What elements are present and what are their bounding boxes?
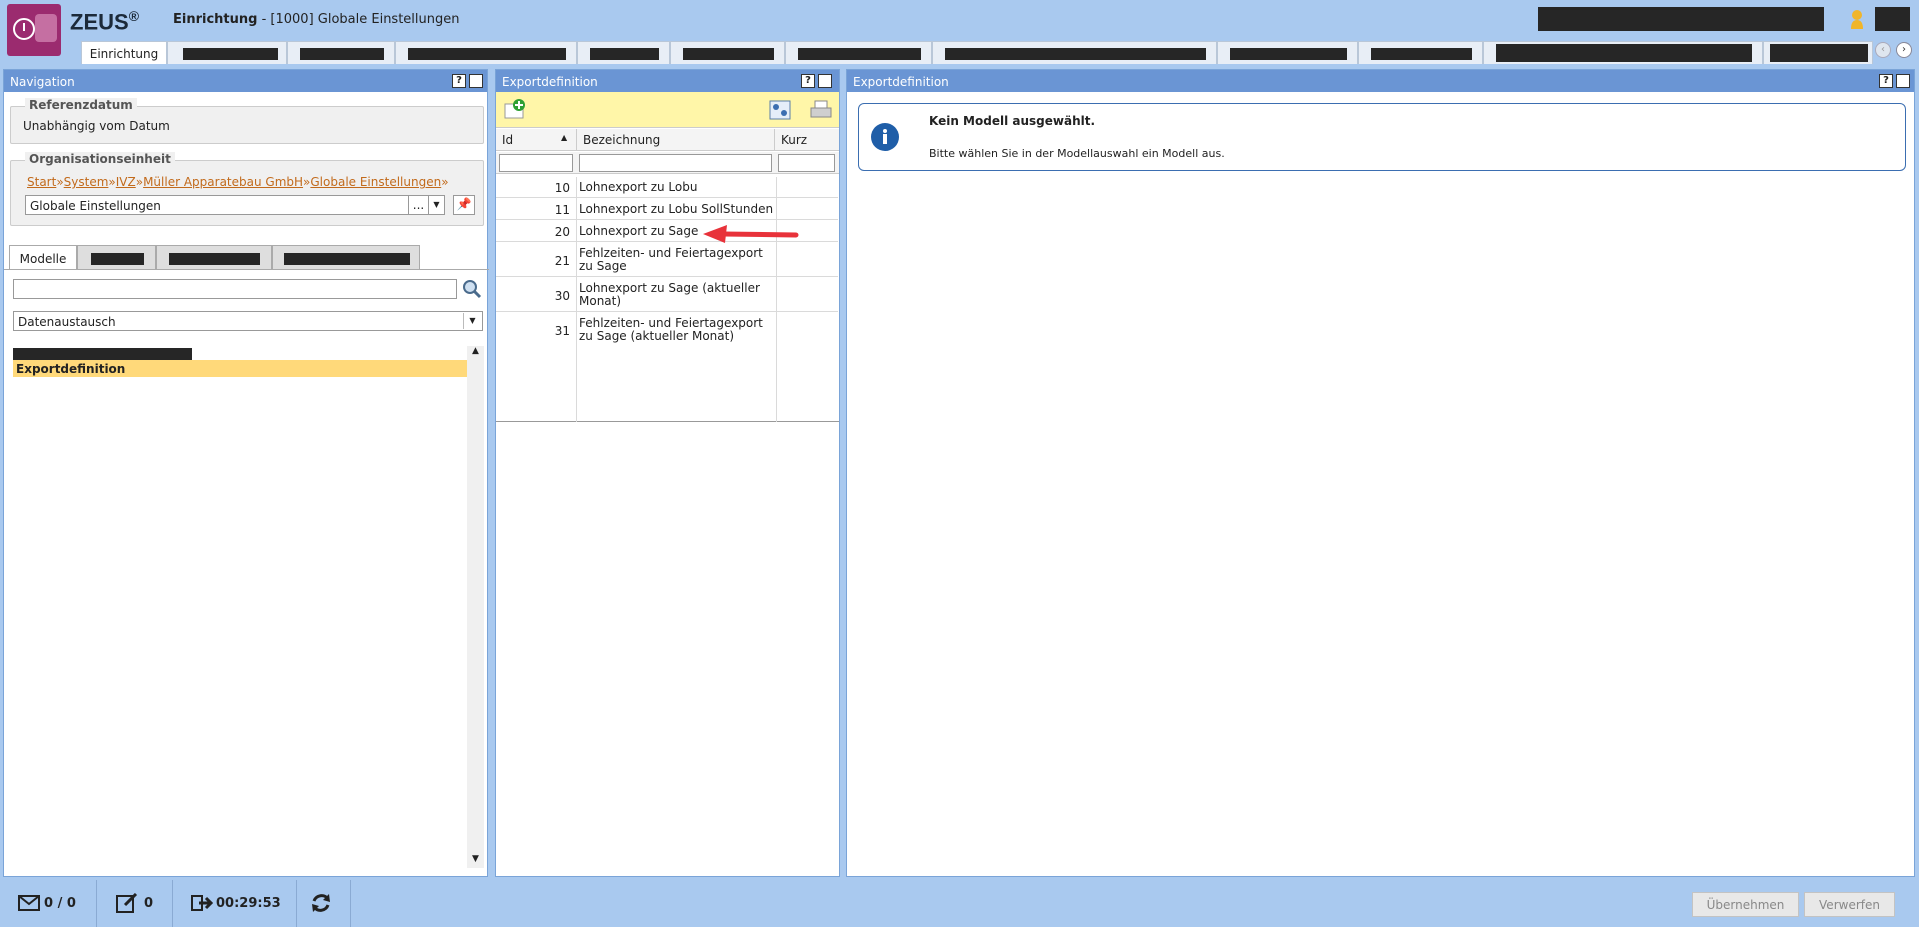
table-row[interactable]: 10 Lohnexport zu Lobu <box>496 177 838 198</box>
referenzdatum-value: Unabhängig vom Datum <box>23 119 170 133</box>
tab-redacted-6[interactable] <box>785 41 932 64</box>
category-select[interactable]: Datenaustausch <box>13 311 483 331</box>
page-title: Einrichtung - [1000] Globale Einstellung… <box>173 12 460 27</box>
filter-kurz-input[interactable] <box>778 154 835 172</box>
scroll-up-icon[interactable]: ▲ <box>467 346 484 360</box>
status-bar <box>0 880 1919 927</box>
app-name: ZEUS® <box>70 8 140 35</box>
refresh-icon[interactable] <box>310 892 332 917</box>
maximize-icon[interactable] <box>469 74 483 88</box>
breadcrumb-global[interactable]: Globale Einstellungen <box>310 175 441 189</box>
redacted-tree-group <box>13 348 192 360</box>
tab-redacted-7[interactable] <box>932 41 1217 64</box>
print-icon[interactable] <box>810 100 832 120</box>
messages-count: 0 / 0 <box>44 896 76 911</box>
filter-id-input[interactable] <box>499 154 573 172</box>
help-icon[interactable]: ? <box>1879 74 1893 88</box>
breadcrumb-company[interactable]: Müller Apparatebau GmbH <box>143 175 303 189</box>
column-id[interactable]: Id <box>502 133 513 147</box>
clock-icon <box>13 18 35 40</box>
grid-header: Id ▲ Bezeichnung Kurz <box>496 129 839 151</box>
help-icon[interactable]: ? <box>452 74 466 88</box>
apply-button[interactable]: Übernehmen <box>1692 892 1799 917</box>
org-field[interactable]: Globale Einstellungen <box>25 195 409 215</box>
tab-redacted-nav-3[interactable] <box>272 245 420 269</box>
mail-icon[interactable] <box>18 895 40 914</box>
scroll-down-icon[interactable]: ▼ <box>467 854 484 868</box>
referenzdatum-group: Referenzdatum Unabhängig vom Datum <box>10 98 484 144</box>
session-timer: 00:29:53 <box>216 896 281 911</box>
edit-icon[interactable] <box>116 892 138 916</box>
info-text: Bitte wählen Sie in der Modellauswahl ei… <box>929 147 1225 160</box>
zeus-logo <box>7 4 61 56</box>
orgeinheit-legend: Organisationseinheit <box>25 152 175 166</box>
breadcrumb-ivz[interactable]: IVZ <box>116 175 136 189</box>
tab-redacted-8[interactable] <box>1217 41 1358 64</box>
exportdef-list-header: Exportdefinition <box>496 70 839 92</box>
pin-icon[interactable]: 📌 <box>453 195 475 215</box>
tab-redacted-nav-1[interactable] <box>77 245 156 269</box>
new-record-icon[interactable] <box>503 98 527 120</box>
breadcrumb-start[interactable]: Start <box>27 175 56 189</box>
tabs-scroll-left-icon[interactable]: ‹ <box>1875 42 1891 58</box>
edits-count: 0 <box>144 896 154 911</box>
exportdef-list-panel: Exportdefinition ? Id ▲ Bezeichnung Kurz… <box>495 69 840 877</box>
maximize-icon[interactable] <box>818 74 832 88</box>
breadcrumb-system[interactable]: System <box>64 175 109 189</box>
org-dropdown-icon[interactable]: ▼ <box>428 195 445 215</box>
user-icon[interactable] <box>1850 8 1864 30</box>
referenzdatum-legend: Referenzdatum <box>25 98 137 112</box>
tab-redacted-1[interactable] <box>167 41 287 64</box>
maximize-icon[interactable] <box>1896 74 1910 88</box>
sort-asc-icon[interactable]: ▲ <box>561 133 567 142</box>
column-kurz[interactable]: Kurz <box>781 133 807 147</box>
tree-scrollbar[interactable]: ▲ ▼ <box>467 346 484 868</box>
org-browse-button[interactable]: ... <box>408 195 429 215</box>
filter-bezeichnung-input[interactable] <box>579 154 772 172</box>
info-box: Kein Modell ausgewählt. Bitte wählen Sie… <box>858 103 1906 171</box>
tab-modelle[interactable]: Modelle <box>9 245 77 269</box>
navigation-panel: Navigation ? Referenzdatum Unabhängig vo… <box>3 69 489 877</box>
tab-redacted-3[interactable] <box>395 41 577 64</box>
export-settings-icon[interactable] <box>769 100 791 120</box>
table-row[interactable]: 30 Lohnexport zu Sage (aktueller Monat) <box>496 278 838 312</box>
navigation-panel-header: Navigation <box>4 70 487 92</box>
redacted-user-info <box>1538 7 1824 31</box>
tab-einrichtung[interactable]: Einrichtung <box>81 41 167 64</box>
discard-button[interactable]: Verwerfen <box>1804 892 1895 917</box>
breadcrumb: Start»System»IVZ»Müller Apparatebau GmbH… <box>27 175 449 189</box>
tab-redacted-4[interactable] <box>577 41 670 64</box>
search-icon[interactable] <box>462 279 482 299</box>
info-icon <box>871 123 899 151</box>
tab-redacted-9[interactable] <box>1358 41 1483 64</box>
orgeinheit-group: Organisationseinheit Start»System»IVZ»Mü… <box>10 152 484 226</box>
filter-row <box>496 152 839 174</box>
detail-panel: Exportdefinition ? Kein Modell ausgewähl… <box>846 69 1915 877</box>
table-row[interactable]: 21 Fehlzeiten- und Feiertagexport zu Sage <box>496 243 838 277</box>
column-bezeichnung[interactable]: Bezeichnung <box>583 133 660 147</box>
tab-redacted-2[interactable] <box>287 41 395 64</box>
people-icon <box>35 14 57 42</box>
help-icon[interactable]: ? <box>801 74 815 88</box>
tree-item-exportdefinition[interactable]: Exportdefinition <box>13 360 467 377</box>
nav-tabs-baseline <box>4 269 489 270</box>
model-search-input[interactable] <box>13 279 457 299</box>
tab-redacted-nav-2[interactable] <box>156 245 272 269</box>
table-row[interactable]: 11 Lohnexport zu Lobu SollStunden <box>496 199 838 220</box>
chevron-down-icon[interactable]: ▼ <box>463 313 481 329</box>
tab-redacted-11[interactable] <box>1763 41 1873 64</box>
tab-redacted-5[interactable] <box>670 41 785 64</box>
table-row[interactable]: 31 Fehlzeiten- und Feiertagexport zu Sage… <box>496 313 838 347</box>
redacted-header-item <box>1875 7 1910 31</box>
exportdef-grid-body: 10 Lohnexport zu Lobu 11 Lohnexport zu L… <box>496 177 839 422</box>
tab-redacted-10[interactable] <box>1483 41 1763 64</box>
annotation-arrow-icon <box>703 225 799 243</box>
logout-icon[interactable] <box>191 894 214 915</box>
info-title: Kein Modell ausgewählt. <box>929 114 1096 128</box>
detail-panel-header: Exportdefinition <box>847 70 1914 92</box>
tabs-scroll-right-icon[interactable]: › <box>1896 42 1912 58</box>
